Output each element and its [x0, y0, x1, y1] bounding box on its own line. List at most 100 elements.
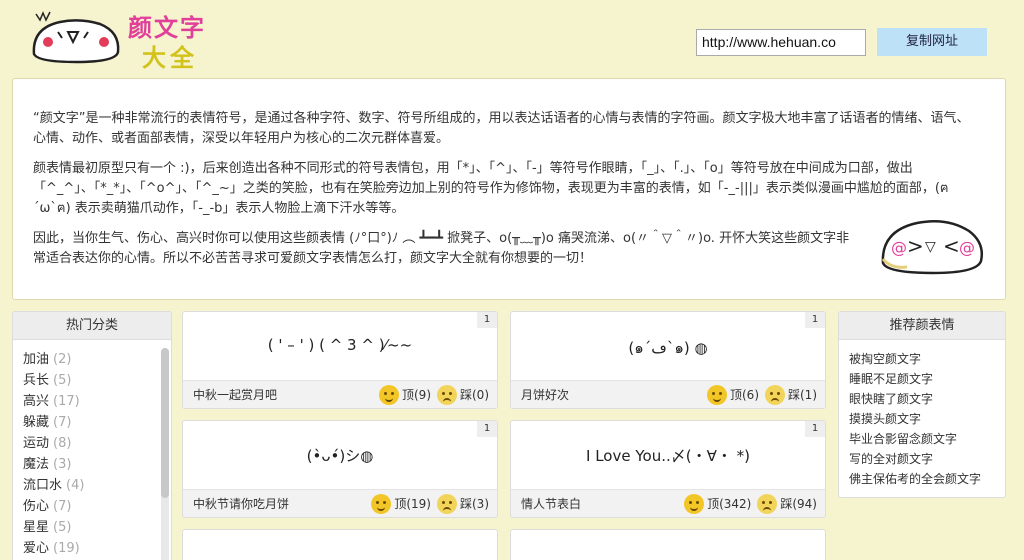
sweat-face-icon[interactable] — [437, 384, 457, 405]
category-label[interactable]: 星星 — [23, 520, 49, 535]
sweat-face-icon[interactable] — [757, 493, 778, 514]
category-count: (7) — [53, 415, 72, 430]
smile-thumbs-up-icon[interactable] — [371, 493, 392, 514]
smile-thumbs-up-icon[interactable] — [707, 384, 727, 405]
emoticon-text[interactable]: (๑´ڡ`๑) ◍ — [511, 336, 825, 360]
category-count: (7) — [53, 499, 72, 514]
site-url-field[interactable]: http://www.hehuan.co — [696, 29, 866, 56]
emoticon-card[interactable]: 1 (•̀ᴗ•́)シ◍ 中秋节请你吃月饼 顶(19) 踩(3) — [182, 420, 498, 518]
category-item[interactable]: 流口水 (4) — [23, 475, 171, 496]
category-item[interactable]: 伤心 (7) — [23, 496, 171, 517]
vote-group: 顶(6) 踩(1) — [701, 381, 817, 408]
category-item[interactable]: 星星 (5) — [23, 517, 171, 538]
intro-paragraph: 因此，当你生气、伤心、高兴时你可以使用这些颜表情 (ﾉ°口°)ﾉ ︵ ┻━┻ 掀… — [33, 231, 850, 266]
decorative-mascot-icon: @ > ▽ < @ — [881, 220, 983, 275]
emoticon-card[interactable]: 1 I Love You..〆(・∀・ *) 情人节表白 顶(342) 踩(94) — [510, 420, 826, 518]
category-count: (5) — [53, 520, 72, 535]
category-count: (5) — [53, 373, 72, 388]
category-list: 加油 (2) 兵长 (5) 高兴 (17) 躲藏 (7) 运动 (8) 魔法 (3) 流口水… — [13, 340, 171, 559]
svg-text:▽: ▽ — [925, 239, 936, 255]
category-label[interactable]: 爱心 — [23, 541, 49, 556]
smile-thumbs-up-icon[interactable] — [379, 384, 399, 405]
category-count: (17) — [53, 394, 80, 409]
hot-categories-title: 热门分类 — [13, 312, 171, 340]
sweat-face-icon[interactable] — [765, 384, 785, 405]
vote-group: 顶(19) 踩(3) — [365, 490, 489, 517]
card-rank-badge: 1 — [477, 312, 497, 328]
emoticon-card[interactable]: 1 ( ' – ' ) ( ^ 3 ^ )⁄~~ 中秋一起赏月吧 顶(9) 踩(0… — [182, 311, 498, 409]
emoticon-card-partial[interactable] — [510, 529, 826, 560]
svg-text:@: @ — [891, 238, 907, 257]
downvote-button[interactable]: 踩(94) — [780, 497, 817, 511]
card-title[interactable]: 月饼好次 — [521, 381, 569, 408]
card-rank-badge: 1 — [805, 312, 825, 328]
upvote-button[interactable]: 顶(342) — [707, 497, 751, 511]
recommended-panel: 推荐颜表情 被掏空颜文字 睡眠不足颜文字 眼快瞎了颜文字 摸摸头颜文字 毕业合影… — [838, 311, 1006, 498]
vote-group: 顶(9) 踩(0) — [373, 381, 489, 408]
category-label[interactable]: 运动 — [23, 436, 49, 451]
card-rank-badge: 1 — [477, 421, 497, 437]
category-item[interactable]: 加油 (2) — [23, 349, 171, 370]
card-title[interactable]: 情人节表白 — [521, 490, 581, 517]
intro-paragraph: 颜表情最初原型只有一个 :)，后来创造出各种不同形式的符号表情包，用「*」、「^… — [33, 161, 949, 216]
emoticon-text[interactable]: (•̀ᴗ•́)シ◍ — [183, 445, 497, 466]
category-count: (19) — [53, 541, 80, 556]
recommended-link[interactable]: 被掏空颜文字 — [849, 349, 1005, 369]
upvote-button[interactable]: 顶(19) — [394, 497, 431, 511]
category-count: (8) — [53, 436, 72, 451]
category-item[interactable]: 魔法 (3) — [23, 454, 171, 475]
sweat-face-icon[interactable] — [437, 493, 457, 514]
svg-text:<: < — [943, 234, 960, 258]
emoticon-text[interactable]: I Love You..〆(・∀・ *) — [511, 445, 825, 466]
recommended-link[interactable]: 毕业合影留念颜文字 — [849, 429, 1005, 449]
category-label[interactable]: 加油 — [23, 352, 49, 367]
card-footer: 月饼好次 顶(6) 踩(1) — [511, 380, 825, 408]
category-item[interactable]: 运动 (8) — [23, 433, 171, 454]
category-label[interactable]: 兵长 — [23, 373, 49, 388]
upvote-button[interactable]: 顶(9) — [402, 388, 431, 402]
card-footer: 情人节表白 顶(342) 踩(94) — [511, 489, 825, 517]
recommended-link[interactable]: 摸摸头颜文字 — [849, 409, 1005, 429]
recommended-title: 推荐颜表情 — [839, 312, 1005, 340]
category-label[interactable]: 流口水 — [23, 478, 62, 493]
recommended-link[interactable]: 佛主保佑考的全会颜文字 — [849, 469, 1005, 489]
intro-panel: “颜文字”是一种非常流行的表情符号，是通过各种字符、数字、符号所组成的，用以表达… — [12, 78, 1006, 300]
category-count: (3) — [53, 457, 72, 472]
site-header: 颜文字 大全 http://www.hehuan.co 复制网址 — [0, 0, 1024, 76]
downvote-button[interactable]: 踩(1) — [788, 388, 817, 402]
scrollbar-thumb[interactable] — [161, 348, 169, 498]
recommended-link[interactable]: 写的全对颜文字 — [849, 449, 1005, 469]
svg-text:>: > — [907, 234, 924, 258]
recommended-link[interactable]: 睡眠不足颜文字 — [849, 369, 1005, 389]
site-logo-text[interactable]: 颜文字 大全 — [128, 6, 216, 72]
category-label[interactable]: 躲藏 — [23, 415, 49, 430]
emoticon-card-partial[interactable] — [182, 529, 498, 560]
vote-group: 顶(342) 踩(94) — [678, 490, 817, 517]
card-footer: 中秋节请你吃月饼 顶(19) 踩(3) — [183, 489, 497, 517]
logo-mascot-icon[interactable] — [30, 8, 122, 64]
category-item[interactable]: 躲藏 (7) — [23, 412, 171, 433]
category-label[interactable]: 魔法 — [23, 457, 49, 472]
category-item[interactable]: 爱心 (19) — [23, 538, 171, 559]
svg-text:@: @ — [959, 238, 975, 257]
emoticon-card[interactable]: 1 (๑´ڡ`๑) ◍ 月饼好次 顶(6) 踩(1) — [510, 311, 826, 409]
hot-categories-panel: 热门分类 加油 (2) 兵长 (5) 高兴 (17) 躲藏 (7) 运动 (8) 魔法 (3… — [12, 311, 172, 560]
upvote-button[interactable]: 顶(6) — [730, 388, 759, 402]
emoticon-text[interactable]: ( ' – ' ) ( ^ 3 ^ )⁄~~ — [183, 336, 497, 354]
downvote-button[interactable]: 踩(3) — [460, 497, 489, 511]
downvote-button[interactable]: 踩(0) — [460, 388, 489, 402]
card-title[interactable]: 中秋一起赏月吧 — [193, 381, 277, 408]
category-label[interactable]: 高兴 — [23, 394, 49, 409]
category-count: (2) — [53, 352, 72, 367]
smile-thumbs-up-icon[interactable] — [684, 493, 705, 514]
category-item[interactable]: 高兴 (17) — [23, 391, 171, 412]
intro-paragraph: “颜文字”是一种非常流行的表情符号，是通过各种字符、数字、符号所组成的，用以表达… — [33, 111, 970, 146]
recommended-link[interactable]: 眼快瞎了颜文字 — [849, 389, 1005, 409]
category-label[interactable]: 伤心 — [23, 499, 49, 514]
category-scrollbar[interactable] — [161, 348, 169, 560]
category-count: (4) — [66, 478, 85, 493]
card-footer: 中秋一起赏月吧 顶(9) 踩(0) — [183, 380, 497, 408]
copy-url-button[interactable]: 复制网址 — [877, 28, 987, 56]
card-title[interactable]: 中秋节请你吃月饼 — [193, 490, 289, 517]
category-item[interactable]: 兵长 (5) — [23, 370, 171, 391]
